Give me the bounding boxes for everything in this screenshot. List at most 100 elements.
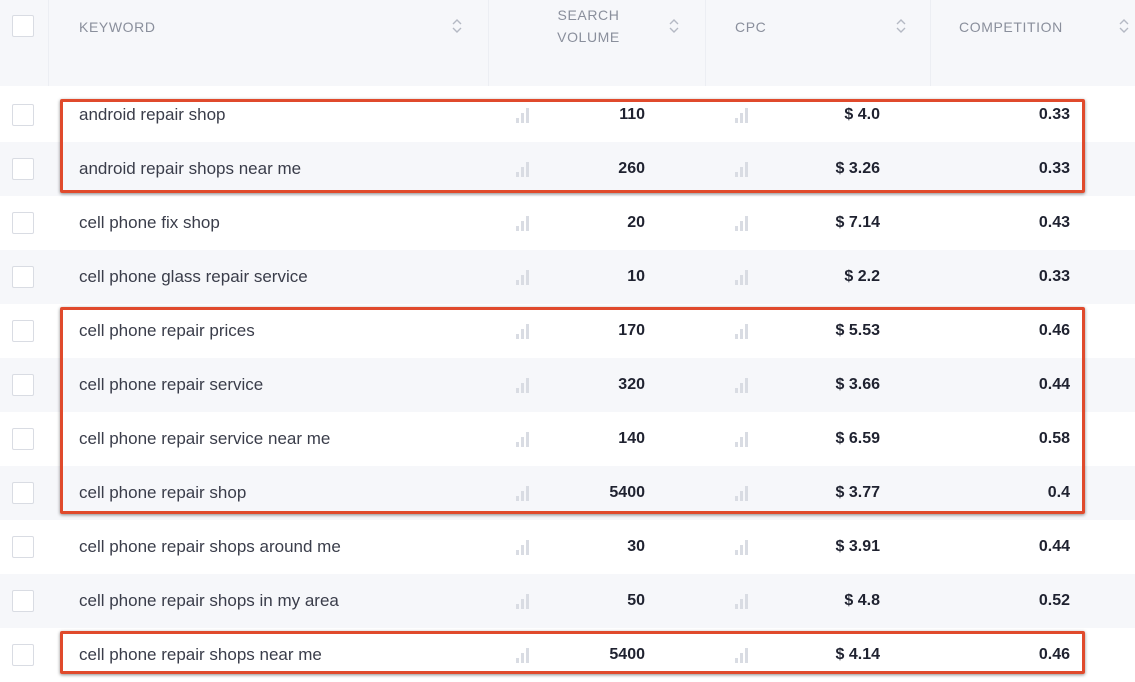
- cpc-cell: $ 3.66: [835, 376, 880, 393]
- search-volume-cell: 30: [627, 538, 645, 555]
- competition-cell: 0.44: [1038, 538, 1070, 555]
- search-volume-cell: 170: [618, 322, 645, 339]
- competition-cell: 0.33: [1038, 106, 1070, 123]
- row-checkbox[interactable]: [12, 320, 34, 342]
- search-volume-cell: 140: [618, 430, 645, 447]
- competition-cell: 0.4: [1047, 484, 1070, 501]
- search-volume-cell: 110: [619, 106, 645, 123]
- bar-chart-icon[interactable]: [735, 593, 753, 609]
- cpc-cell: $ 3.91: [835, 538, 880, 555]
- bar-chart-icon[interactable]: [516, 647, 534, 663]
- cpc-cell: $ 3.77: [835, 484, 880, 501]
- header-cpc[interactable]: CPC: [735, 16, 766, 38]
- row-checkbox[interactable]: [12, 212, 34, 234]
- keyword-cell[interactable]: cell phone repair shop: [79, 482, 246, 504]
- row-checkbox[interactable]: [12, 158, 34, 180]
- bar-chart-icon[interactable]: [735, 377, 753, 393]
- bar-chart-icon[interactable]: [735, 431, 753, 447]
- competition-cell: 0.52: [1038, 592, 1070, 609]
- sort-icon[interactable]: [668, 17, 680, 35]
- keyword-cell[interactable]: cell phone repair shops around me: [79, 536, 341, 558]
- search-volume-cell: 5400: [609, 484, 645, 501]
- keyword-cell[interactable]: android repair shop: [79, 104, 225, 126]
- keyword-cell[interactable]: cell phone repair prices: [79, 320, 255, 342]
- header-competition[interactable]: COMPETITION: [959, 16, 1063, 38]
- column-divider: [705, 0, 706, 86]
- bar-chart-icon[interactable]: [516, 215, 534, 231]
- cpc-cell: $ 6.59: [835, 430, 880, 447]
- search-volume-cell: 20: [627, 214, 645, 231]
- table-row[interactable]: cell phone repair shops in my area 50 $ …: [0, 574, 1135, 628]
- table-row[interactable]: cell phone repair prices 170 $ 5.53 0.46: [0, 304, 1135, 358]
- search-volume-cell: 10: [627, 268, 645, 285]
- row-checkbox[interactable]: [12, 428, 34, 450]
- search-volume-cell: 320: [618, 376, 645, 393]
- cpc-cell: $ 4.14: [835, 646, 880, 663]
- bar-chart-icon[interactable]: [735, 107, 753, 123]
- sort-icon[interactable]: [1118, 17, 1130, 35]
- table-row[interactable]: cell phone glass repair service 10 $ 2.2…: [0, 250, 1135, 304]
- bar-chart-icon[interactable]: [516, 539, 534, 555]
- row-checkbox[interactable]: [12, 482, 34, 504]
- cpc-cell: $ 4.8: [844, 592, 880, 609]
- competition-cell: 0.46: [1038, 646, 1070, 663]
- table-row[interactable]: cell phone repair shops near me 5400 $ 4…: [0, 628, 1135, 682]
- sort-icon[interactable]: [895, 17, 907, 35]
- bar-chart-icon[interactable]: [516, 485, 534, 501]
- search-volume-cell: 5400: [609, 646, 645, 663]
- table-header: KEYWORD SEARCH VOLUME CPC COMPETITION: [0, 0, 1135, 86]
- table-row[interactable]: android repair shops near me 260 $ 3.26 …: [0, 142, 1135, 196]
- header-search-volume-line2: VOLUME: [557, 29, 620, 45]
- row-checkbox[interactable]: [12, 374, 34, 396]
- bar-chart-icon[interactable]: [735, 485, 753, 501]
- cpc-cell: $ 4.0: [844, 106, 880, 123]
- cpc-cell: $ 7.14: [835, 214, 880, 231]
- bar-chart-icon[interactable]: [516, 107, 534, 123]
- row-checkbox[interactable]: [12, 266, 34, 288]
- bar-chart-icon[interactable]: [735, 215, 753, 231]
- bar-chart-icon[interactable]: [735, 269, 753, 285]
- bar-chart-icon[interactable]: [516, 161, 534, 177]
- keyword-cell[interactable]: cell phone repair shops in my area: [79, 590, 339, 612]
- bar-chart-icon[interactable]: [516, 593, 534, 609]
- table-row[interactable]: cell phone repair service near me 140 $ …: [0, 412, 1135, 466]
- header-search-volume[interactable]: SEARCH VOLUME: [551, 4, 626, 48]
- column-divider: [48, 0, 49, 86]
- row-checkbox[interactable]: [12, 104, 34, 126]
- table-row[interactable]: cell phone repair service 320 $ 3.66 0.4…: [0, 358, 1135, 412]
- cpc-cell: $ 3.26: [835, 160, 880, 177]
- table-row[interactable]: android repair shop 110 $ 4.0 0.33: [0, 88, 1135, 142]
- keyword-cell[interactable]: android repair shops near me: [79, 158, 301, 180]
- row-checkbox[interactable]: [12, 644, 34, 666]
- cpc-cell: $ 2.2: [844, 268, 880, 285]
- keyword-cell[interactable]: cell phone repair service: [79, 374, 263, 396]
- competition-cell: 0.58: [1038, 430, 1070, 447]
- competition-cell: 0.33: [1038, 268, 1070, 285]
- bar-chart-icon[interactable]: [735, 323, 753, 339]
- row-checkbox[interactable]: [12, 590, 34, 612]
- bar-chart-icon[interactable]: [516, 377, 534, 393]
- bar-chart-icon[interactable]: [516, 269, 534, 285]
- keyword-cell[interactable]: cell phone repair service near me: [79, 428, 330, 450]
- competition-cell: 0.33: [1038, 160, 1070, 177]
- bar-chart-icon[interactable]: [516, 431, 534, 447]
- row-checkbox[interactable]: [12, 536, 34, 558]
- table-row[interactable]: cell phone repair shops around me 30 $ 3…: [0, 520, 1135, 574]
- bar-chart-icon[interactable]: [516, 323, 534, 339]
- table-row[interactable]: cell phone fix shop 20 $ 7.14 0.43: [0, 196, 1135, 250]
- table-row[interactable]: cell phone repair shop 5400 $ 3.77 0.4: [0, 466, 1135, 520]
- competition-cell: 0.43: [1038, 214, 1070, 231]
- keyword-cell[interactable]: cell phone repair shops near me: [79, 644, 322, 666]
- sort-icon[interactable]: [451, 17, 463, 35]
- keyword-cell[interactable]: cell phone glass repair service: [79, 266, 308, 288]
- keyword-cell[interactable]: cell phone fix shop: [79, 212, 220, 234]
- bar-chart-icon[interactable]: [735, 539, 753, 555]
- search-volume-cell: 50: [627, 592, 645, 609]
- cpc-cell: $ 5.53: [835, 322, 880, 339]
- search-volume-cell: 260: [618, 160, 645, 177]
- bar-chart-icon[interactable]: [735, 647, 753, 663]
- header-search-volume-line1: SEARCH: [557, 7, 620, 23]
- bar-chart-icon[interactable]: [735, 161, 753, 177]
- select-all-checkbox[interactable]: [12, 15, 34, 37]
- header-keyword[interactable]: KEYWORD: [79, 16, 156, 38]
